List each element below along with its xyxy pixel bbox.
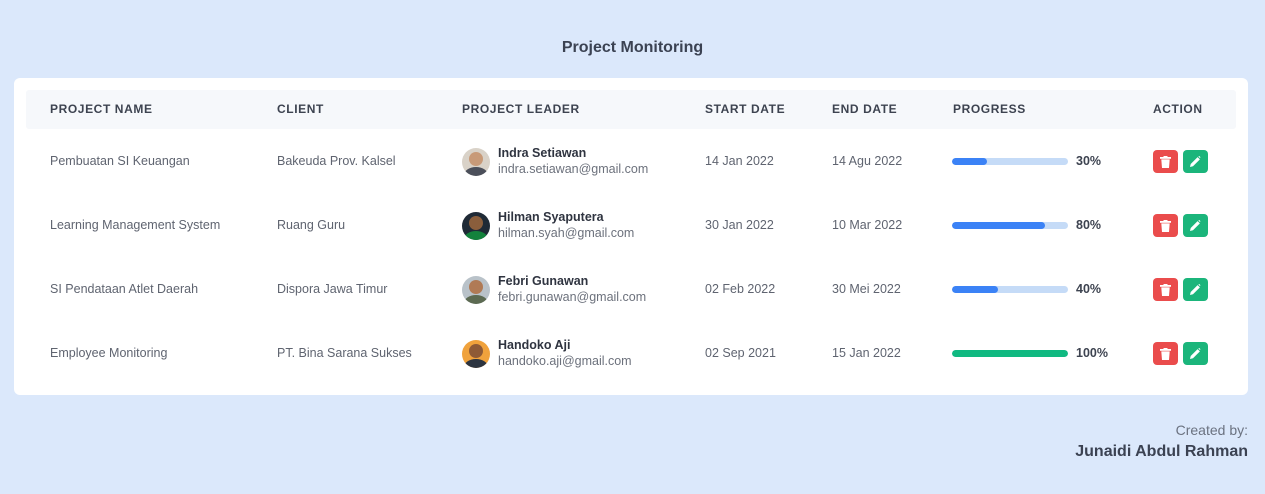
- avatar: [462, 148, 490, 176]
- leader-email: hilman.syah@gmail.com: [498, 226, 635, 240]
- leader-name: Handoko Aji: [498, 338, 571, 352]
- header-end-date: END DATE: [832, 102, 898, 116]
- end-date: 15 Jan 2022: [832, 346, 901, 360]
- progress-fill: [952, 350, 1068, 357]
- end-date: 10 Mar 2022: [832, 218, 903, 232]
- delete-button[interactable]: [1153, 214, 1178, 237]
- pencil-icon: [1190, 348, 1201, 359]
- start-date: 30 Jan 2022: [705, 218, 774, 232]
- end-date: 14 Agu 2022: [832, 154, 903, 168]
- leader-email: handoko.aji@gmail.com: [498, 354, 632, 368]
- leader-name: Febri Gunawan: [498, 274, 589, 288]
- edit-button[interactable]: [1183, 278, 1208, 301]
- project-name: Employee Monitoring: [50, 346, 168, 360]
- edit-button[interactable]: [1183, 342, 1208, 365]
- delete-button[interactable]: [1153, 342, 1178, 365]
- progress-percent: 80%: [1076, 218, 1102, 232]
- progress-bar: [952, 350, 1068, 357]
- delete-button[interactable]: [1153, 278, 1178, 301]
- table-row: SI Pendataan Atlet Daerah Dispora Jawa T…: [14, 257, 1248, 321]
- created-by-label: Created by:: [1175, 422, 1248, 438]
- project-name: Pembuatan SI Keuangan: [50, 154, 190, 168]
- header-client: CLIENT: [277, 102, 324, 116]
- pencil-icon: [1190, 156, 1201, 167]
- progress-percent: 30%: [1076, 154, 1102, 168]
- start-date: 02 Feb 2022: [705, 282, 776, 296]
- client-name: PT. Bina Sarana Sukses: [277, 346, 412, 360]
- client-name: Dispora Jawa Timur: [277, 282, 388, 296]
- project-name: SI Pendataan Atlet Daerah: [50, 282, 199, 296]
- progress-bar: [952, 222, 1068, 229]
- avatar: [462, 340, 490, 368]
- end-date: 30 Mei 2022: [832, 282, 901, 296]
- trash-icon: [1160, 155, 1171, 168]
- trash-icon: [1160, 219, 1171, 232]
- table-header: PROJECT NAME CLIENT PROJECT LEADER START…: [26, 90, 1236, 129]
- pencil-icon: [1190, 284, 1201, 295]
- delete-button[interactable]: [1153, 150, 1178, 173]
- author-name: Junaidi Abdul Rahman: [1075, 443, 1248, 460]
- progress-bar: [952, 158, 1068, 165]
- avatar: [462, 276, 490, 304]
- header-action: ACTION: [1153, 102, 1203, 116]
- leader-name: Hilman Syaputera: [498, 210, 604, 224]
- leader-name: Indra Setiawan: [498, 146, 587, 160]
- progress-bar: [952, 286, 1068, 293]
- table-row: Learning Management System Ruang Guru Hi…: [14, 193, 1248, 257]
- client-name: Ruang Guru: [277, 218, 346, 232]
- start-date: 02 Sep 2021: [705, 346, 776, 360]
- table-row: Pembuatan SI Keuangan Bakeuda Prov. Kals…: [14, 129, 1248, 193]
- page-title: Project Monitoring: [561, 39, 704, 56]
- progress-fill: [952, 158, 987, 165]
- header-progress: PROGRESS: [953, 102, 1026, 116]
- start-date: 14 Jan 2022: [705, 154, 774, 168]
- leader-email: indra.setiawan@gmail.com: [498, 162, 649, 176]
- progress-fill: [952, 286, 999, 293]
- progress-percent: 40%: [1076, 282, 1102, 296]
- header-project-leader: PROJECT LEADER: [462, 102, 580, 116]
- leader-email: febri.gunawan@gmail.com: [498, 290, 647, 304]
- edit-button[interactable]: [1183, 214, 1208, 237]
- progress-percent: 100%: [1076, 346, 1108, 360]
- header-start-date: START DATE: [705, 102, 786, 116]
- project-name: Learning Management System: [50, 218, 221, 232]
- trash-icon: [1160, 347, 1171, 360]
- avatar: [462, 212, 490, 240]
- progress-fill: [952, 222, 1045, 229]
- table-row: Employee Monitoring PT. Bina Sarana Suks…: [14, 321, 1248, 385]
- project-table: PROJECT NAME CLIENT PROJECT LEADER START…: [14, 78, 1248, 395]
- trash-icon: [1160, 283, 1171, 296]
- header-project-name: PROJECT NAME: [50, 102, 153, 116]
- edit-button[interactable]: [1183, 150, 1208, 173]
- pencil-icon: [1190, 220, 1201, 231]
- client-name: Bakeuda Prov. Kalsel: [277, 154, 396, 168]
